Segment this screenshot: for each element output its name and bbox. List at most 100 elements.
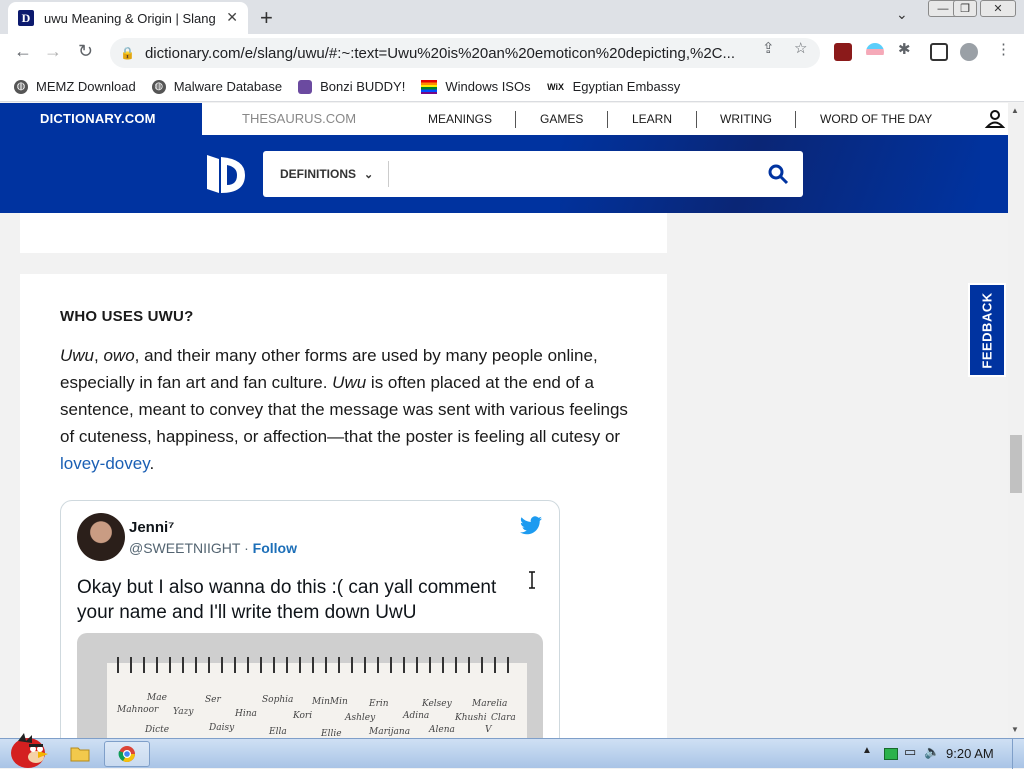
pride-extension-icon[interactable] [866, 43, 884, 61]
handwritten-name: Yazy [173, 707, 194, 717]
adblock-extension-icon[interactable] [834, 43, 852, 61]
scroll-thumb[interactable] [1010, 435, 1022, 493]
clock[interactable]: 9:20 AM [946, 746, 994, 761]
forward-arrow-icon[interactable]: → [44, 41, 62, 62]
angry-bird-start-icon[interactable] [6, 731, 48, 769]
globe-icon: ◍ [151, 79, 166, 94]
handwritten-name: Clara [491, 713, 516, 723]
bookmark-label: Bonzi BUDDY! [320, 79, 406, 94]
rainbow-flag-icon [421, 79, 438, 94]
bookmark-egyptian-embassy[interactable]: WiX Egyptian Embassy [547, 79, 680, 94]
text-cursor-icon [529, 571, 535, 589]
nav-divider [696, 111, 697, 128]
browser-toolbar: ← → ↻ 🔒 dictionary.com/e/slang/uwu/#:~:t… [0, 34, 1024, 96]
handwritten-name: Hina [235, 709, 257, 719]
article-card: WHO USES UWU? Uwu, owo, and their many o… [20, 274, 667, 738]
menu-kebab-icon[interactable]: ⋮ [996, 40, 1011, 58]
battery-icon[interactable] [884, 748, 898, 760]
reload-icon[interactable]: ↻ [78, 41, 93, 62]
page-scrollbar[interactable]: ▲ ▼ [1008, 103, 1024, 738]
section-heading: WHO USES UWU? [60, 308, 194, 325]
bookmark-star-icon[interactable]: ☆ [794, 39, 807, 57]
handwritten-name: Erin [369, 699, 389, 709]
address-bar[interactable]: 🔒 dictionary.com/e/slang/uwu/#:~:text=Uw… [110, 38, 820, 68]
twitter-bird-icon[interactable] [519, 515, 543, 537]
article-paragraph: Uwu, owo, and their many other forms are… [60, 342, 640, 477]
separator-dot: · [240, 540, 253, 556]
handle-text[interactable]: @SWEETNIIGHT [129, 540, 240, 556]
globe-icon: ◍ [14, 79, 28, 94]
share-icon[interactable]: ⇪ [762, 39, 775, 57]
volume-icon[interactable]: 🔈 [924, 744, 940, 760]
tweet-photo[interactable]: Mae Ser Sophia MinMin Erin Kelsey Marelia Mahno… [77, 633, 543, 738]
search-box: DEFINITIONS ⌄ [263, 151, 803, 197]
avatar[interactable] [77, 513, 125, 561]
feedback-tab[interactable]: FEEDBACK [968, 283, 1006, 377]
wix-icon: WiX [547, 81, 565, 92]
tab-uwu[interactable]: D uwu Meaning & Origin | Slang by Dictio… [8, 2, 248, 34]
bookmark-windows-isos[interactable]: Windows ISOs [421, 79, 531, 94]
web-page: DICTIONARY.COM THESAURUS.COM MEANINGS GA… [0, 103, 1008, 738]
dictionary-brand-link[interactable]: DICTIONARY.COM [40, 111, 156, 126]
profile-avatar-icon[interactable] [960, 43, 978, 61]
user-account-icon[interactable] [984, 108, 1006, 130]
lock-icon: 🔒 [120, 46, 135, 60]
tweet-author-name[interactable]: Jenni⁷ [129, 519, 174, 536]
term-uwu: Uwu [60, 346, 95, 365]
show-desktop-button[interactable] [1012, 739, 1024, 769]
nav-divider [795, 111, 796, 128]
scroll-up-arrow-icon[interactable]: ▲ [1011, 106, 1019, 115]
nav-word-of-the-day[interactable]: WORD OF THE DAY [820, 112, 932, 126]
tweet-author-handle: @SWEETNIIGHT · Follow [129, 540, 297, 556]
handwritten-name: Kori [293, 711, 313, 721]
tab-close-icon[interactable]: ✕ [226, 9, 238, 26]
taskbar: ▲ ▭ 🔈 9:20 AM [0, 733, 1024, 769]
search-input[interactable] [397, 159, 803, 189]
new-tab-button[interactable]: + [260, 5, 273, 31]
handwritten-name: Adina [403, 711, 430, 721]
folder-icon[interactable] [70, 744, 90, 762]
handwritten-name: Mae [147, 693, 167, 703]
nav-meanings[interactable]: MEANINGS [428, 112, 492, 126]
extensions-puzzle-icon[interactable]: ✱ [898, 40, 911, 58]
handwritten-name: Alena [429, 725, 455, 735]
bookmark-label: Malware Database [173, 79, 283, 94]
side-panel-icon[interactable] [930, 43, 948, 61]
network-icon[interactable]: ▭ [904, 744, 916, 760]
browser-window: D uwu Meaning & Origin | Slang by Dictio… [0, 0, 1024, 738]
handwritten-name: Daisy [209, 723, 235, 733]
bookmark-memz[interactable]: ◍ MEMZ Download [14, 79, 136, 94]
handwritten-name: Marijana [369, 727, 411, 737]
bookmarks-bar: ◍ MEMZ Download ◍ Malware Database Bonzi… [0, 72, 1024, 102]
handwritten-name: Dicte [145, 725, 170, 735]
handwritten-name: V [485, 725, 492, 735]
nav-learn[interactable]: LEARN [632, 112, 672, 126]
search-icon[interactable] [767, 163, 789, 185]
dictionary-logo-icon[interactable] [205, 151, 247, 197]
close-window-button[interactable]: ✕ [980, 0, 1016, 17]
text-segment: . [149, 454, 155, 473]
notebook-spiral [111, 657, 511, 673]
taskbar-chrome-button[interactable] [104, 741, 150, 767]
bookmark-bonzi-buddy[interactable]: Bonzi BUDDY! [298, 79, 405, 94]
tray-expand-icon[interactable]: ▲ [862, 745, 872, 756]
follow-link[interactable]: Follow [253, 540, 297, 556]
restore-button[interactable]: ❐ [953, 0, 977, 17]
dropdown-label: DEFINITIONS [280, 167, 357, 181]
handwritten-name: Ellie [321, 729, 342, 738]
nav-writing[interactable]: WRITING [720, 112, 772, 126]
definitions-dropdown[interactable]: DEFINITIONS ⌄ [263, 161, 389, 187]
tab-search-chevron-icon[interactable]: ⌄ [896, 6, 908, 23]
bookmark-malware-database[interactable]: ◍ Malware Database [151, 79, 283, 94]
scroll-down-arrow-icon[interactable]: ▼ [1011, 725, 1019, 734]
handwritten-name: Marelia [472, 699, 508, 709]
embedded-tweet[interactable]: Jenni⁷ @SWEETNIIGHT · Follow Okay but I … [60, 500, 560, 738]
thesaurus-link[interactable]: THESAURUS.COM [242, 111, 356, 126]
back-arrow-icon[interactable]: ← [14, 41, 32, 62]
nav-games[interactable]: GAMES [540, 112, 583, 126]
handwritten-name: Ser [205, 695, 221, 705]
bonzi-icon [298, 79, 313, 94]
lovey-dovey-link[interactable]: lovey-dovey [60, 454, 149, 473]
bookmark-label: MEMZ Download [36, 79, 136, 94]
bookmark-label: Windows ISOs [445, 79, 531, 94]
